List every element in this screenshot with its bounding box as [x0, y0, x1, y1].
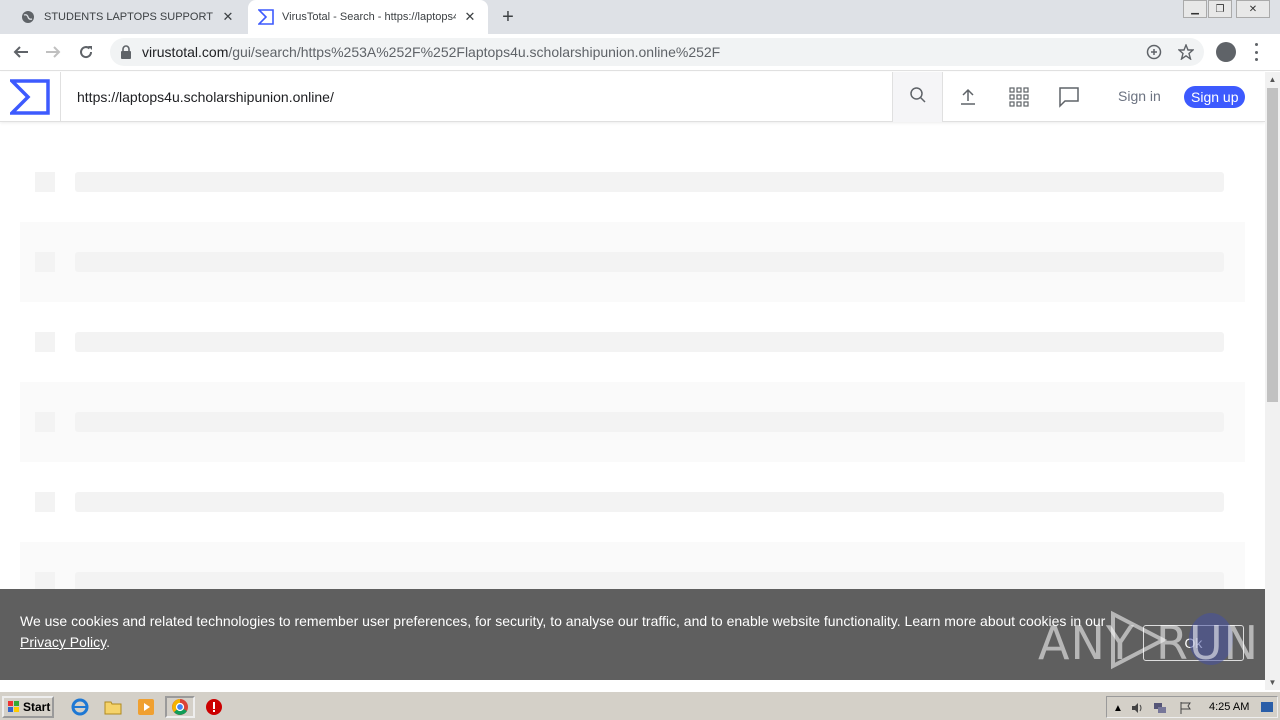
- skeleton-bar: [75, 492, 1224, 512]
- media-player-icon[interactable]: [136, 697, 156, 717]
- chat-bubble-icon[interactable]: [1057, 85, 1081, 109]
- scroll-up-arrow-icon[interactable]: ▲: [1265, 72, 1280, 87]
- tab-title: VirusTotal - Search - https://laptops4u.…: [282, 11, 456, 23]
- browser-menu-icon[interactable]: [1253, 43, 1259, 61]
- start-button[interactable]: Start: [2, 696, 54, 718]
- upload-icon[interactable]: [956, 85, 980, 109]
- skeleton-bar: [75, 332, 1224, 352]
- taskbar: Start ▲ 4:25 AM: [0, 690, 1280, 720]
- cookie-suffix: .: [106, 634, 110, 650]
- action-center-flag-icon[interactable]: [1177, 700, 1193, 716]
- skeleton-box: [35, 492, 55, 512]
- tab-strip: STUDENTS LAPTOPS SUPPORT 2022 ✕ VirusTot…: [0, 0, 1280, 34]
- forward-arrow-icon[interactable]: [42, 41, 64, 63]
- tab-students-laptops[interactable]: STUDENTS LAPTOPS SUPPORT 2022 ✕: [10, 0, 246, 34]
- install-icon[interactable]: [1145, 43, 1163, 61]
- search-icon: [909, 86, 927, 109]
- search-input[interactable]: https://laptops4u.scholarshipunion.onlin…: [60, 72, 893, 122]
- close-window-button[interactable]: ✕: [1236, 0, 1270, 18]
- new-tab-button[interactable]: +: [497, 7, 519, 29]
- sign-in-link[interactable]: Sign in: [1118, 88, 1161, 104]
- scroll-thumb[interactable]: [1267, 88, 1278, 402]
- tab-virustotal[interactable]: VirusTotal - Search - https://laptops4u.…: [248, 0, 488, 34]
- skeleton-box: [35, 412, 55, 432]
- globe-icon: [20, 9, 36, 25]
- skeleton-row: [20, 302, 1245, 382]
- address-bar[interactable]: virustotal.com/gui/search/https%253A%252…: [110, 38, 1204, 66]
- watermark-right: RUN: [1156, 616, 1260, 670]
- browser-toolbar: virustotal.com/gui/search/https%253A%252…: [0, 34, 1280, 71]
- volume-icon[interactable]: [1129, 700, 1145, 716]
- windows-flag-icon: [8, 701, 19, 712]
- restore-button[interactable]: ❐: [1208, 0, 1232, 18]
- reload-icon[interactable]: [75, 41, 97, 63]
- search-button[interactable]: [892, 72, 943, 122]
- skeleton-bar: [75, 172, 1224, 192]
- url-text: virustotal.com/gui/search/https%253A%252…: [142, 44, 721, 60]
- show-desktop-icon[interactable]: [1258, 697, 1276, 717]
- chrome-icon[interactable]: [165, 696, 195, 718]
- close-tab-icon[interactable]: ✕: [220, 9, 236, 25]
- skeleton-row: [20, 222, 1245, 302]
- privacy-policy-link[interactable]: Privacy Policy: [20, 634, 106, 650]
- sign-up-button[interactable]: Sign up: [1184, 86, 1246, 108]
- profile-avatar-icon[interactable]: [1216, 42, 1236, 62]
- skeleton-box: [35, 252, 55, 272]
- folder-icon[interactable]: [103, 697, 123, 717]
- apps-grid-icon[interactable]: [1007, 85, 1031, 109]
- search-input-value: https://laptops4u.scholarshipunion.onlin…: [77, 89, 334, 105]
- bookmark-star-icon[interactable]: [1177, 43, 1195, 61]
- scroll-down-arrow-icon[interactable]: ▼: [1265, 675, 1280, 690]
- skeleton-bar: [75, 412, 1224, 432]
- skeleton-row: [20, 462, 1245, 542]
- system-tray: ▲ 4:25 AM: [1106, 696, 1278, 718]
- anyrun-watermark: ANY RUN: [1038, 608, 1258, 672]
- start-label: Start: [23, 700, 51, 714]
- clock[interactable]: 4:25 AM: [1209, 701, 1249, 713]
- cookie-text: We use cookies and related technologies …: [20, 611, 1130, 653]
- skeleton-bar: [75, 252, 1224, 272]
- back-arrow-icon[interactable]: [10, 41, 32, 63]
- minimize-button[interactable]: ▁: [1183, 0, 1207, 18]
- skeleton-box: [35, 332, 55, 352]
- skeleton-row: [20, 382, 1245, 462]
- skeleton-box: [35, 172, 55, 192]
- internet-explorer-icon[interactable]: [70, 697, 90, 717]
- vt-header: https://laptops4u.scholarshipunion.onlin…: [0, 72, 1265, 122]
- tab-title: STUDENTS LAPTOPS SUPPORT 2022: [44, 11, 214, 23]
- virustotal-logo[interactable]: [7, 79, 50, 115]
- antivirus-alert-icon[interactable]: [204, 697, 224, 717]
- lock-icon: [120, 45, 132, 59]
- tray-expand-icon[interactable]: ▲: [1110, 700, 1126, 716]
- page-bottom: [0, 680, 1265, 690]
- page-scrollbar[interactable]: ▲ ▼: [1265, 72, 1280, 690]
- skeleton-row: [20, 142, 1245, 222]
- virustotal-icon: [258, 9, 274, 25]
- close-tab-icon[interactable]: ✕: [462, 9, 478, 25]
- cookie-message: We use cookies and related technologies …: [20, 613, 1106, 629]
- network-icon[interactable]: [1152, 700, 1168, 716]
